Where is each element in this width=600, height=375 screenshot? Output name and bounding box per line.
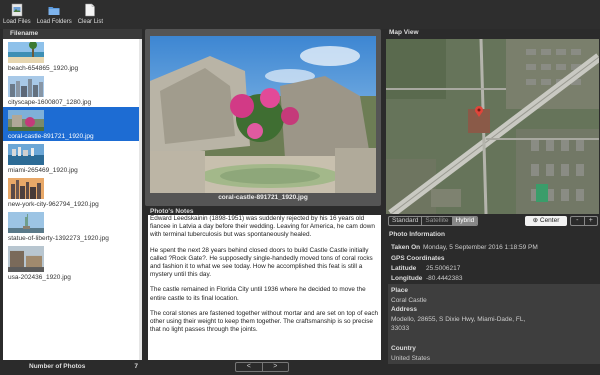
center-button[interactable]: ⊕ Center [525, 216, 567, 226]
photo-info-header: Photo Information [389, 231, 445, 238]
usa-thumbnail [8, 246, 44, 272]
filename-column-header[interactable]: Filename [3, 29, 142, 39]
load-files-button[interactable]: Load Files [3, 3, 31, 25]
center-label: Center [539, 217, 560, 224]
toolbar: Load Files Load Folders Clear List [0, 0, 600, 29]
file-list-item[interactable]: miami-265469_1920.jpg [3, 141, 139, 175]
file-list-item-selected[interactable]: coral-castle-891721_1920.jpg [3, 107, 139, 141]
satellite-map [386, 39, 599, 214]
statue-of-liberty-thumbnail [8, 212, 44, 233]
photo-preview-panel: coral-castle-891721_1920.jpg [145, 29, 381, 206]
photo-count-value: 7 [134, 363, 138, 370]
taken-on-label: Taken On [391, 244, 421, 251]
map-mode-satellite[interactable]: Satellite [422, 217, 453, 225]
file-list-item[interactable]: cityscape-1600807_1280.jpg [3, 73, 139, 107]
latitude-label: Latitude [391, 265, 417, 272]
gps-coordinates-label: GPS Coordinates [391, 255, 445, 262]
file-name: new-york-city-962794_1920.jpg [8, 201, 99, 208]
load-files-label: Load Files [3, 19, 31, 25]
place-panel [388, 284, 600, 364]
map-view[interactable] [386, 39, 599, 214]
address-value-line-1: Modello, 28655, S Dixie Hwy, Miami-Dade,… [391, 316, 526, 323]
country-value: United States [391, 355, 431, 362]
load-folders-button[interactable]: Load Folders [37, 3, 72, 25]
file-list-item[interactable]: beach-654865_1920.jpg [3, 39, 139, 73]
file-name: statue-of-liberty-1392273_1920.jpg [8, 235, 109, 242]
new-york-city-thumbnail [8, 178, 44, 199]
zoom-in-button[interactable]: + [585, 217, 598, 225]
photo-count-footer: Number of Photos 7 [3, 362, 142, 372]
map-mode-standard[interactable]: Standard [389, 217, 423, 225]
clear-list-button[interactable]: Clear List [78, 3, 103, 25]
photo-preview [150, 36, 376, 193]
zoom-out-button[interactable]: - [571, 217, 585, 225]
next-button[interactable]: > [263, 363, 289, 371]
address-value-line-2: 33033 [391, 325, 410, 332]
country-label: Country [391, 345, 416, 352]
notes-paragraph: The coral stones are fastened together w… [150, 309, 379, 334]
file-list[interactable]: beach-654865_1920.jpg cityscape-1600807_… [3, 39, 139, 360]
photo-count-label: Number of Photos [29, 363, 86, 370]
longitude-label: Longitude [391, 275, 423, 282]
file-name: coral-castle-891721_1920.jpg [8, 133, 94, 140]
longitude-value: -80.4442383 [426, 275, 463, 282]
taken-on-value: Monday, 5 September 2016 1:18:59 PM [423, 244, 538, 251]
file-name: usa-202436_1920.jpg [8, 274, 71, 281]
notes-header: Photo's Notes [150, 208, 194, 215]
address-label: Address [391, 306, 418, 313]
file-list-item[interactable]: new-york-city-962794_1920.jpg [3, 175, 139, 209]
miami-thumbnail [8, 144, 44, 165]
file-name: beach-654865_1920.jpg [8, 65, 79, 72]
notes-paragraph: He spent the next 28 years behind closed… [150, 246, 373, 279]
map-controls: Standard Satellite Hybrid ⊕ Center - + [386, 216, 600, 226]
file-name: miami-265469_1920.jpg [8, 167, 78, 174]
latitude-value: 25.5006217 [426, 265, 461, 272]
blank-document-icon [85, 3, 96, 17]
place-value: Coral Castle [391, 297, 427, 304]
map-view-header: Map View [389, 29, 419, 36]
photo-caption: coral-castle-891721_1920.jpg [218, 194, 308, 201]
coral-castle-photo [150, 36, 376, 193]
notes-pager: < > [235, 362, 289, 372]
place-label: Place [391, 287, 408, 294]
notes-paragraph: Edward Leedskainin (1898-1951) was sudde… [150, 215, 375, 239]
notes-paragraph: The castle remained in Florida City unti… [150, 286, 366, 302]
beach-thumbnail [8, 42, 44, 63]
notes-text-area[interactable]: Edward Leedskainin (1898-1951) was sudde… [148, 215, 381, 360]
file-list-scrollbar[interactable] [139, 39, 142, 360]
map-mode-hybrid[interactable]: Hybrid [452, 217, 478, 225]
image-file-icon [11, 3, 23, 17]
zoom-control: - + [570, 216, 598, 226]
folder-icon [48, 7, 60, 15]
cityscape-thumbnail [8, 76, 44, 97]
clear-list-label: Clear List [77, 19, 104, 25]
file-list-item[interactable]: statue-of-liberty-1392273_1920.jpg [3, 209, 139, 243]
file-list-item[interactable]: usa-202436_1920.jpg [3, 243, 139, 281]
file-name: cityscape-1600807_1280.jpg [8, 99, 92, 106]
crosshair-icon: ⊕ [532, 217, 539, 224]
previous-button[interactable]: < [236, 363, 263, 371]
load-folders-label: Load Folders [36, 19, 72, 25]
map-type-segmented-control: Standard Satellite Hybrid [388, 216, 479, 226]
coral-castle-thumbnail [8, 110, 44, 131]
